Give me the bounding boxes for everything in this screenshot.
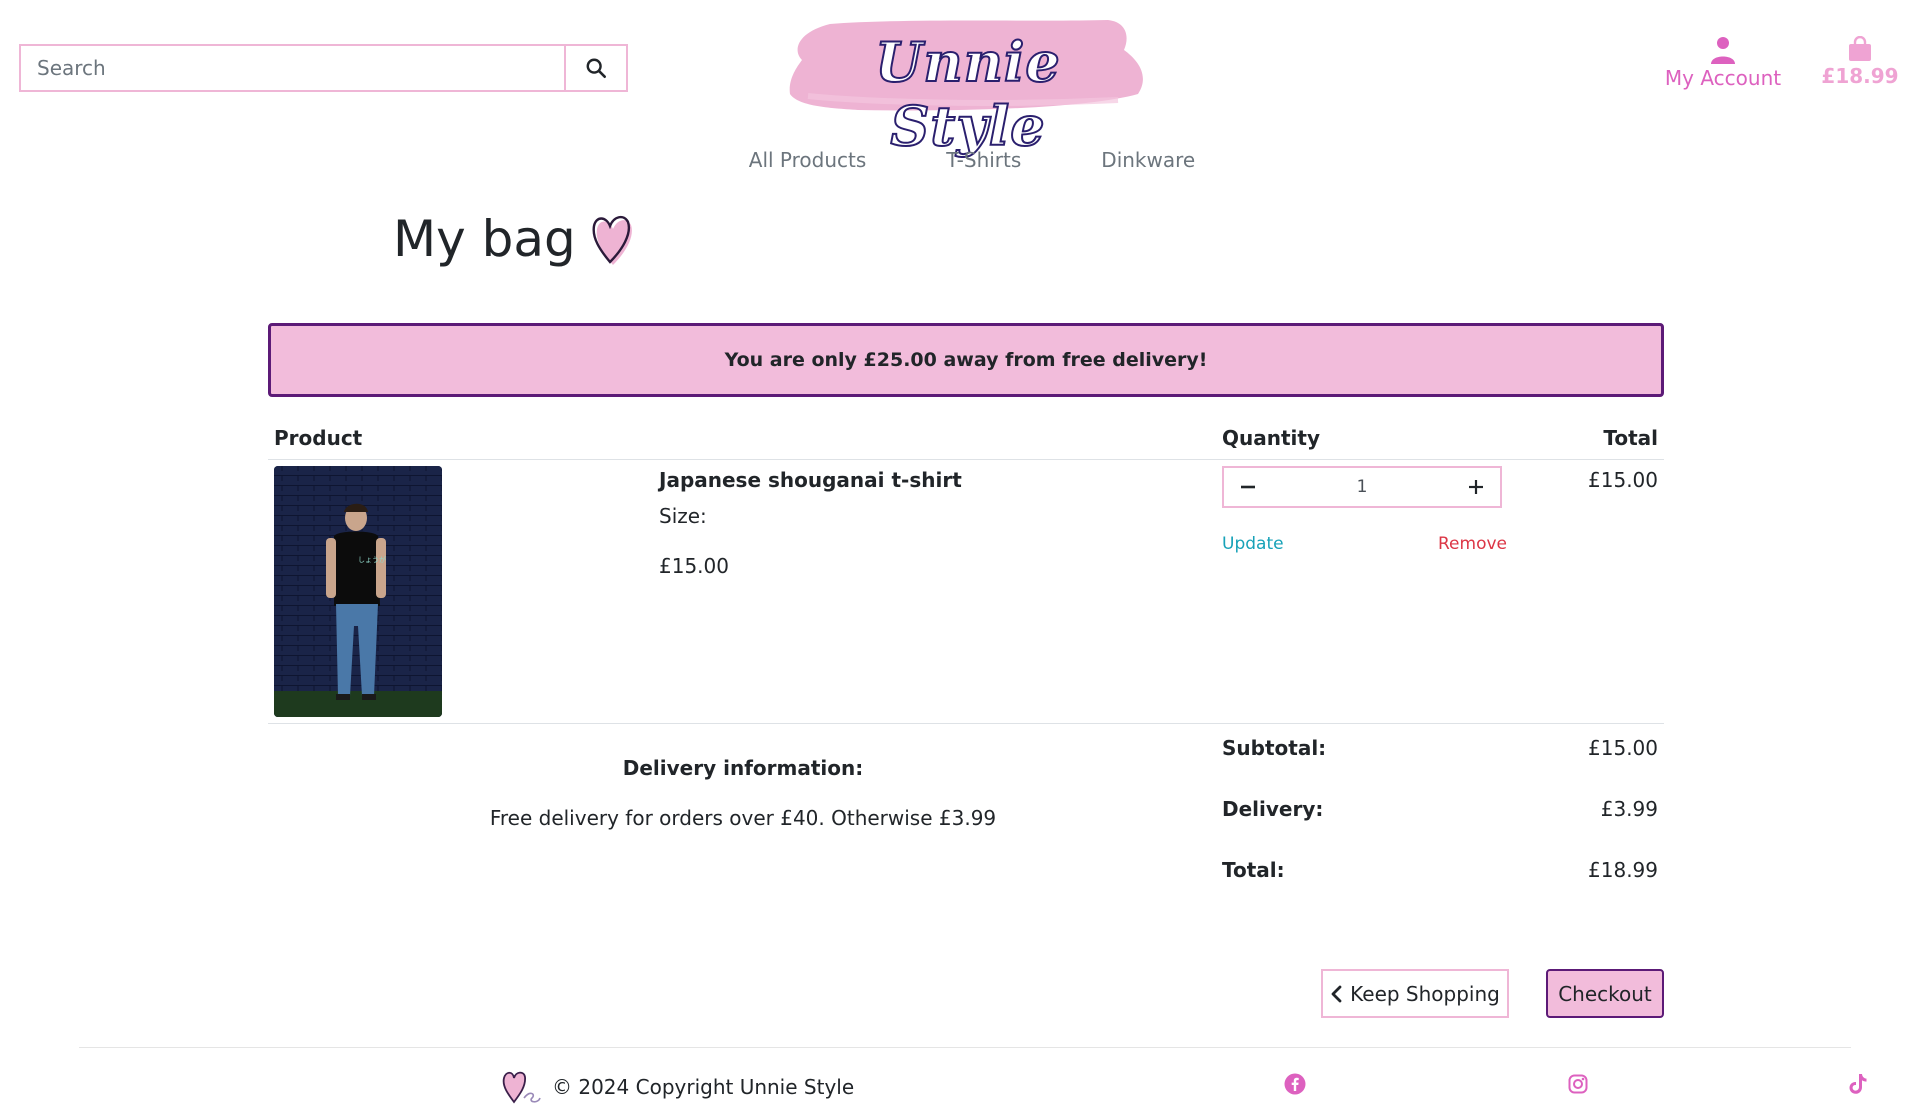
- facebook-icon: [1284, 1073, 1306, 1095]
- subtotal-label: Subtotal:: [1222, 736, 1327, 760]
- free-delivery-banner: You are only £25.00 away from free deliv…: [268, 323, 1664, 397]
- shopping-bag-icon: [1849, 36, 1871, 61]
- quantity-input[interactable]: 1: [1357, 477, 1368, 497]
- shopping-bag-link[interactable]: £18.99: [1820, 36, 1900, 88]
- tiktok-link[interactable]: [1846, 1072, 1870, 1096]
- search-input[interactable]: [21, 46, 564, 90]
- product-image: しょうが: [274, 466, 442, 717]
- product-name[interactable]: Japanese shouganai t-shirt: [659, 468, 962, 492]
- keep-shopping-label: Keep Shopping: [1350, 981, 1500, 1006]
- column-header-product: Product: [274, 426, 363, 450]
- quantity-stepper: 1: [1222, 466, 1502, 508]
- table-divider: [268, 723, 1664, 724]
- site-header: Unnie Style My Account £18.99 All Produc…: [0, 0, 1920, 172]
- footer-divider: [79, 1047, 1851, 1048]
- page-title-text: My bag: [393, 210, 576, 268]
- plus-icon: [1468, 480, 1483, 494]
- product-size: Size:: [659, 504, 707, 528]
- tiktok-icon: [1849, 1074, 1867, 1094]
- footer-logo-icon: [502, 1071, 541, 1104]
- delivery-info-title: Delivery information:: [622, 756, 864, 780]
- delivery-label: Delivery:: [1222, 797, 1324, 821]
- table-divider: [268, 459, 1664, 460]
- decrement-button[interactable]: [1236, 475, 1260, 499]
- remove-link[interactable]: Remove: [1438, 534, 1507, 554]
- copyright-text: © 2024 Copyright Unnie Style: [552, 1075, 855, 1099]
- user-icon: [1711, 37, 1735, 64]
- instagram-icon: [1568, 1074, 1588, 1094]
- search-icon: [586, 58, 606, 78]
- row-total: £15.00: [1588, 468, 1658, 492]
- nav-dinkware[interactable]: Dinkware: [1101, 148, 1195, 172]
- update-link[interactable]: Update: [1222, 534, 1284, 554]
- checkout-label: Checkout: [1558, 981, 1652, 1006]
- delivery-value: £3.99: [1600, 797, 1658, 821]
- my-account-link[interactable]: My Account: [1660, 36, 1786, 90]
- minus-icon: [1241, 485, 1255, 489]
- facebook-link[interactable]: [1283, 1072, 1307, 1096]
- column-header-quantity: Quantity: [1222, 426, 1320, 450]
- main-nav: All Products T-Shirts Dinkware: [0, 148, 1920, 172]
- grand-total-value: £18.99: [1588, 858, 1658, 882]
- delivery-info-text: Free delivery for orders over £40. Other…: [489, 806, 997, 830]
- search-form: [19, 44, 628, 92]
- logo-text: Unnie Style: [874, 29, 1061, 159]
- page-title: My bag: [393, 210, 632, 268]
- delivery-information: Delivery information: Free delivery for …: [268, 756, 1218, 830]
- chevron-left-icon: [1331, 985, 1342, 1002]
- keep-shopping-button[interactable]: Keep Shopping: [1321, 969, 1509, 1018]
- grand-total-label: Total:: [1222, 858, 1285, 882]
- heart-icon: [592, 215, 632, 265]
- bag-total: £18.99: [1821, 64, 1899, 88]
- instagram-link[interactable]: [1566, 1072, 1590, 1096]
- increment-button[interactable]: [1464, 475, 1488, 499]
- nav-all-products[interactable]: All Products: [749, 148, 867, 172]
- product-price: £15.00: [659, 554, 729, 578]
- column-header-total: Total: [1603, 426, 1658, 450]
- search-button[interactable]: [564, 46, 626, 90]
- checkout-button[interactable]: Checkout: [1546, 969, 1664, 1018]
- svg-text:しょうが: しょうが: [358, 555, 386, 564]
- nav-t-shirts[interactable]: T-Shirts: [946, 148, 1021, 172]
- site-logo[interactable]: Unnie Style: [788, 16, 1148, 159]
- my-account-label: My Account: [1664, 66, 1782, 90]
- footer-copyright: © 2024 Copyright Unnie Style: [500, 1068, 854, 1106]
- subtotal-value: £15.00: [1588, 736, 1658, 760]
